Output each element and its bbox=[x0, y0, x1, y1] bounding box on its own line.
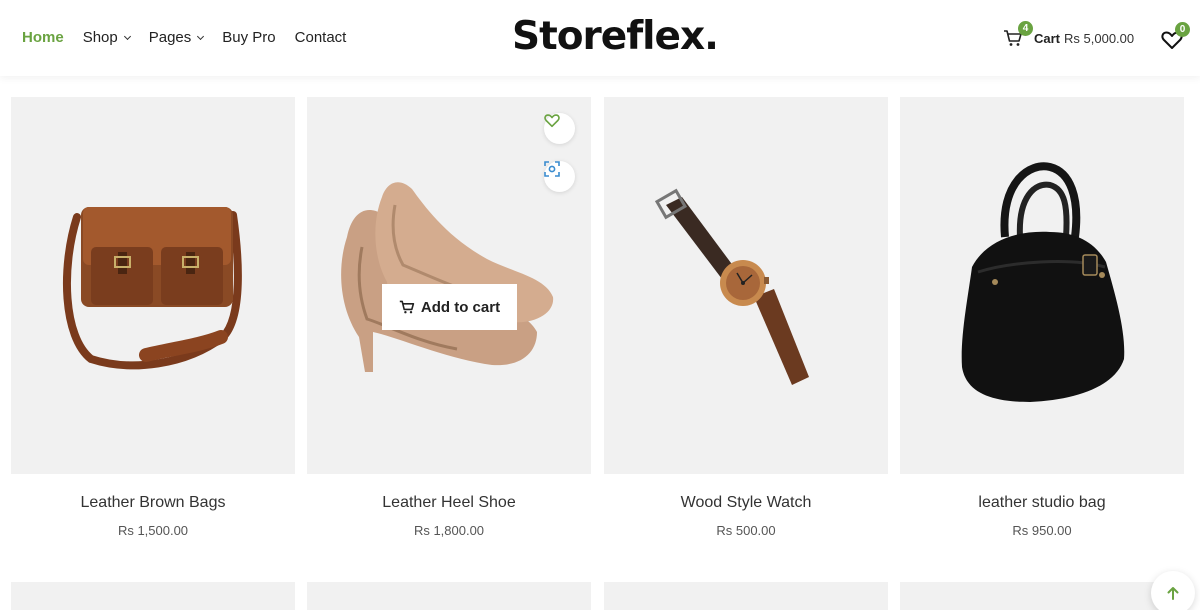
scroll-to-top-button[interactable] bbox=[1151, 571, 1195, 610]
cart-count-badge: 4 bbox=[1018, 21, 1033, 36]
nav-buy-pro[interactable]: Buy Pro bbox=[222, 29, 275, 46]
product-price: Rs 1,500.00 bbox=[117, 523, 189, 538]
product-card-partial bbox=[307, 582, 591, 610]
product-title[interactable]: Leather Brown Bags bbox=[11, 494, 295, 512]
cart-button[interactable]: 4 Cart Rs 5,000.00 bbox=[1003, 21, 1135, 48]
heart-icon bbox=[544, 114, 560, 128]
product-image[interactable]: Add to cart bbox=[307, 97, 591, 474]
product-card-partial bbox=[900, 582, 1184, 610]
wooden-watch-image bbox=[654, 188, 809, 385]
cart-icon: 4 bbox=[1003, 21, 1033, 48]
nav-shop[interactable]: Shop bbox=[82, 29, 131, 46]
nav-contact[interactable]: Contact bbox=[295, 29, 347, 46]
cart-label: Cart bbox=[1034, 30, 1061, 46]
nav-pages[interactable]: Pages bbox=[148, 29, 205, 46]
add-to-wishlist-button[interactable] bbox=[544, 113, 575, 144]
chevron-down-icon bbox=[123, 32, 131, 40]
black-leather-handbag-image bbox=[961, 162, 1125, 402]
site-header: Home Shop Pages Buy Pro Contact Storefle… bbox=[0, 0, 1200, 76]
arrow-up-icon bbox=[1167, 587, 1179, 600]
product-card-partial bbox=[11, 582, 295, 610]
product-card: Add to cart Leather Heel Shoe Rs 1,800.0… bbox=[307, 97, 591, 538]
add-to-cart-button[interactable]: Add to cart bbox=[382, 284, 517, 330]
brown-messenger-bag-image bbox=[62, 207, 242, 370]
cart-amount: Rs 5,000.00 bbox=[1064, 30, 1135, 46]
wishlist-count-badge: 0 bbox=[1175, 22, 1190, 37]
chevron-down-icon bbox=[197, 32, 205, 40]
nav-shop-label: Shop bbox=[82, 29, 118, 46]
product-title[interactable]: Wood Style Watch bbox=[604, 494, 888, 512]
product-image[interactable] bbox=[900, 97, 1184, 474]
main-nav: Home Shop Pages Buy Pro Contact bbox=[22, 29, 365, 46]
quick-view-button[interactable] bbox=[544, 161, 575, 192]
product-card-partial bbox=[604, 582, 888, 610]
nav-home-label: Home bbox=[22, 29, 64, 46]
site-logo[interactable]: Storeflex. bbox=[512, 14, 719, 59]
product-card: leather studio bag Rs 950.00 bbox=[900, 97, 1184, 538]
product-price: Rs 950.00 bbox=[1012, 523, 1072, 538]
focus-scan-icon bbox=[544, 161, 560, 177]
product-image[interactable] bbox=[604, 97, 888, 474]
product-card: Wood Style Watch Rs 500.00 bbox=[604, 97, 888, 538]
product-card: Leather Brown Bags Rs 1,500.00 bbox=[11, 97, 295, 538]
wishlist-button[interactable]: 0 bbox=[1161, 22, 1190, 50]
nav-home[interactable]: Home bbox=[22, 29, 64, 46]
product-image[interactable] bbox=[11, 97, 295, 474]
product-price: Rs 1,800.00 bbox=[413, 523, 485, 538]
nav-contact-label: Contact bbox=[294, 29, 347, 46]
nav-buy-pro-label: Buy Pro bbox=[222, 29, 276, 46]
product-title[interactable]: Leather Heel Shoe bbox=[307, 494, 591, 512]
add-to-cart-label: Add to cart bbox=[420, 298, 501, 316]
product-price: Rs 500.00 bbox=[716, 523, 776, 538]
product-title[interactable]: leather studio bag bbox=[900, 494, 1184, 512]
nav-pages-label: Pages bbox=[148, 29, 192, 46]
cart-icon bbox=[399, 300, 415, 314]
